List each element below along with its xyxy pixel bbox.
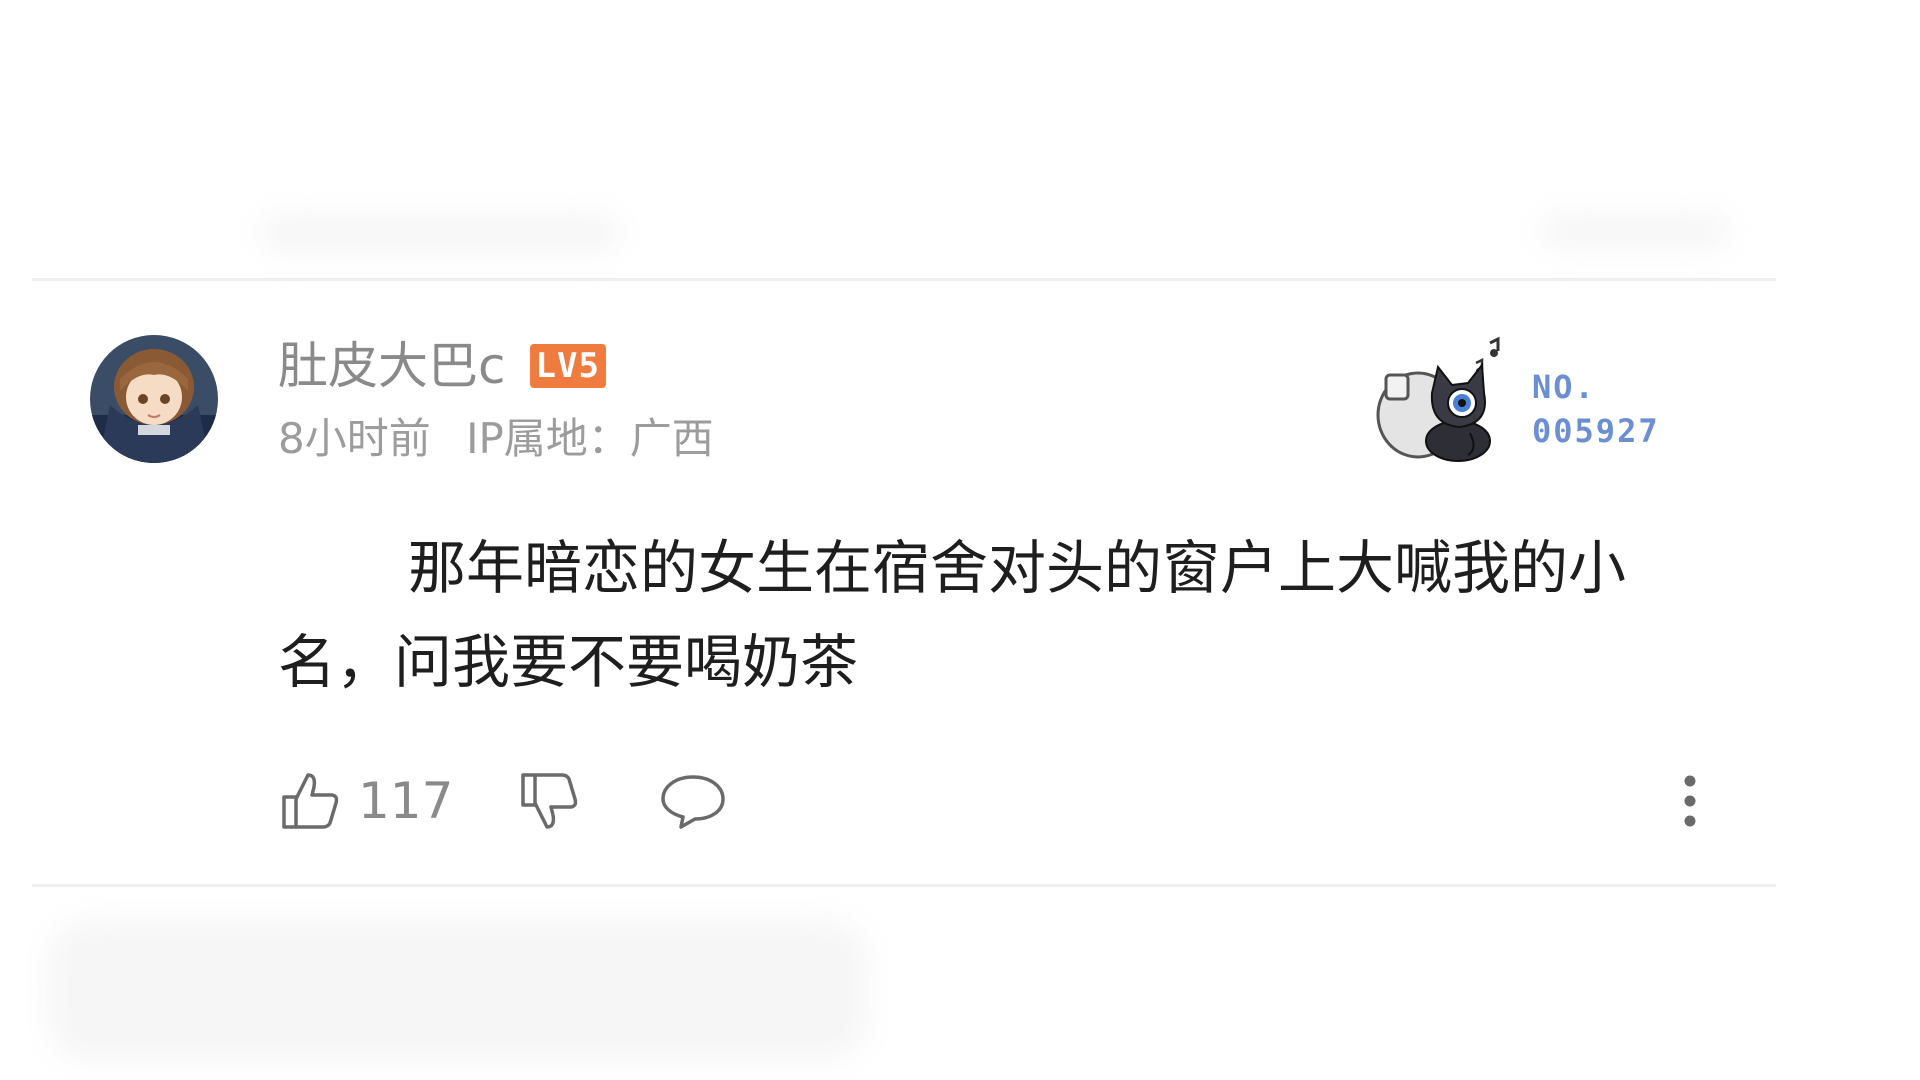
ip-location: IP属地：广西 [466, 414, 714, 463]
more-options-button[interactable] [1670, 765, 1710, 837]
comment-item: 肚皮大巴c LV5 8小时前 IP属地：广西 NO. 005927 那年暗恋的女… [0, 283, 1920, 883]
blurred-previous-comment [260, 214, 620, 252]
avatar[interactable] [90, 335, 218, 463]
like-count: 117 [358, 772, 454, 830]
thumbs-down-icon [521, 773, 578, 829]
fan-number-label: NO. [1532, 368, 1596, 406]
timestamp: 8小时前 [278, 414, 431, 463]
comment-actions: 117 [278, 765, 727, 837]
comment-page: 肚皮大巴c LV5 8小时前 IP属地：广西 NO. 005927 那年暗恋的女… [0, 0, 1920, 1080]
fan-number-value: 005927 [1532, 412, 1660, 450]
avatar-image [90, 335, 218, 463]
vertical-ellipsis-icon [1684, 775, 1696, 827]
divider-bottom [32, 884, 1776, 887]
cat-mascot-icon [1376, 336, 1500, 462]
fan-number: NO. 005927 [1532, 365, 1660, 453]
username[interactable]: 肚皮大巴c [278, 335, 506, 397]
blurred-next-comment [48, 920, 868, 1060]
fan-badge[interactable]: NO. 005927 [1372, 323, 1692, 473]
comment-meta: 8小时前 IP属地：广西 [278, 411, 714, 467]
blurred-previous-comment-right [1540, 214, 1730, 248]
divider-top [32, 278, 1776, 281]
speech-bubble-icon [661, 775, 726, 829]
reply-button[interactable] [659, 769, 727, 833]
username-row: 肚皮大巴c LV5 [278, 335, 606, 397]
comment-content: 那年暗恋的女生在宿舍对头的窗户上大喊我的小名，问我要不要喝奶茶 [278, 534, 1627, 696]
like-button[interactable]: 117 [278, 765, 453, 837]
thumbs-up-icon [282, 773, 339, 829]
dislike-button[interactable] [517, 769, 581, 833]
level-badge: LV5 [529, 344, 606, 388]
